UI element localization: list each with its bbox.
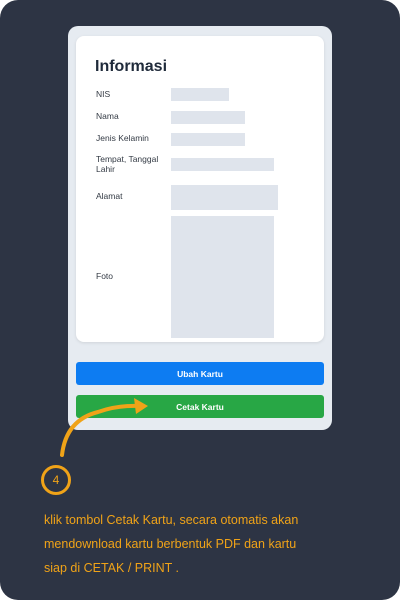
phone-screen: Informasi NIS Nama Jenis Kelamin Tempat,…: [68, 26, 332, 430]
instruction-line-2: mendownload kartu berbentuk PDF dan kart…: [44, 537, 297, 551]
tutorial-frame: Informasi NIS Nama Jenis Kelamin Tempat,…: [0, 0, 400, 600]
field-label-tempat-tanggal-lahir: Tempat, Tanggal Lahir: [96, 154, 159, 174]
jenis-kelamin-value-placeholder: [171, 133, 245, 146]
alamat-value-placeholder: [171, 185, 278, 210]
edit-card-button[interactable]: Ubah Kartu: [76, 362, 324, 385]
field-label-nis: NIS: [96, 89, 111, 99]
field-label-nama: Nama: [96, 111, 119, 121]
field-label-alamat: Alamat: [96, 191, 123, 201]
nama-value-placeholder: [171, 111, 245, 124]
step-number-badge: 4: [41, 465, 71, 495]
instruction-line-3: siap di CETAK / PRINT .: [44, 561, 179, 575]
ttl-value-placeholder: [171, 158, 274, 171]
instruction-line-1: klik tombol Cetak Kartu, secara otomatis…: [44, 513, 299, 527]
nis-value-placeholder: [171, 88, 229, 101]
field-label-jenis-kelamin: Jenis Kelamin: [96, 133, 149, 143]
print-card-button[interactable]: Cetak Kartu: [76, 395, 324, 418]
photo-placeholder: [171, 216, 274, 338]
card-title: Informasi: [95, 58, 168, 75]
field-label-foto: Foto: [96, 271, 114, 281]
info-card: Informasi NIS Nama Jenis Kelamin Tempat,…: [76, 36, 324, 342]
